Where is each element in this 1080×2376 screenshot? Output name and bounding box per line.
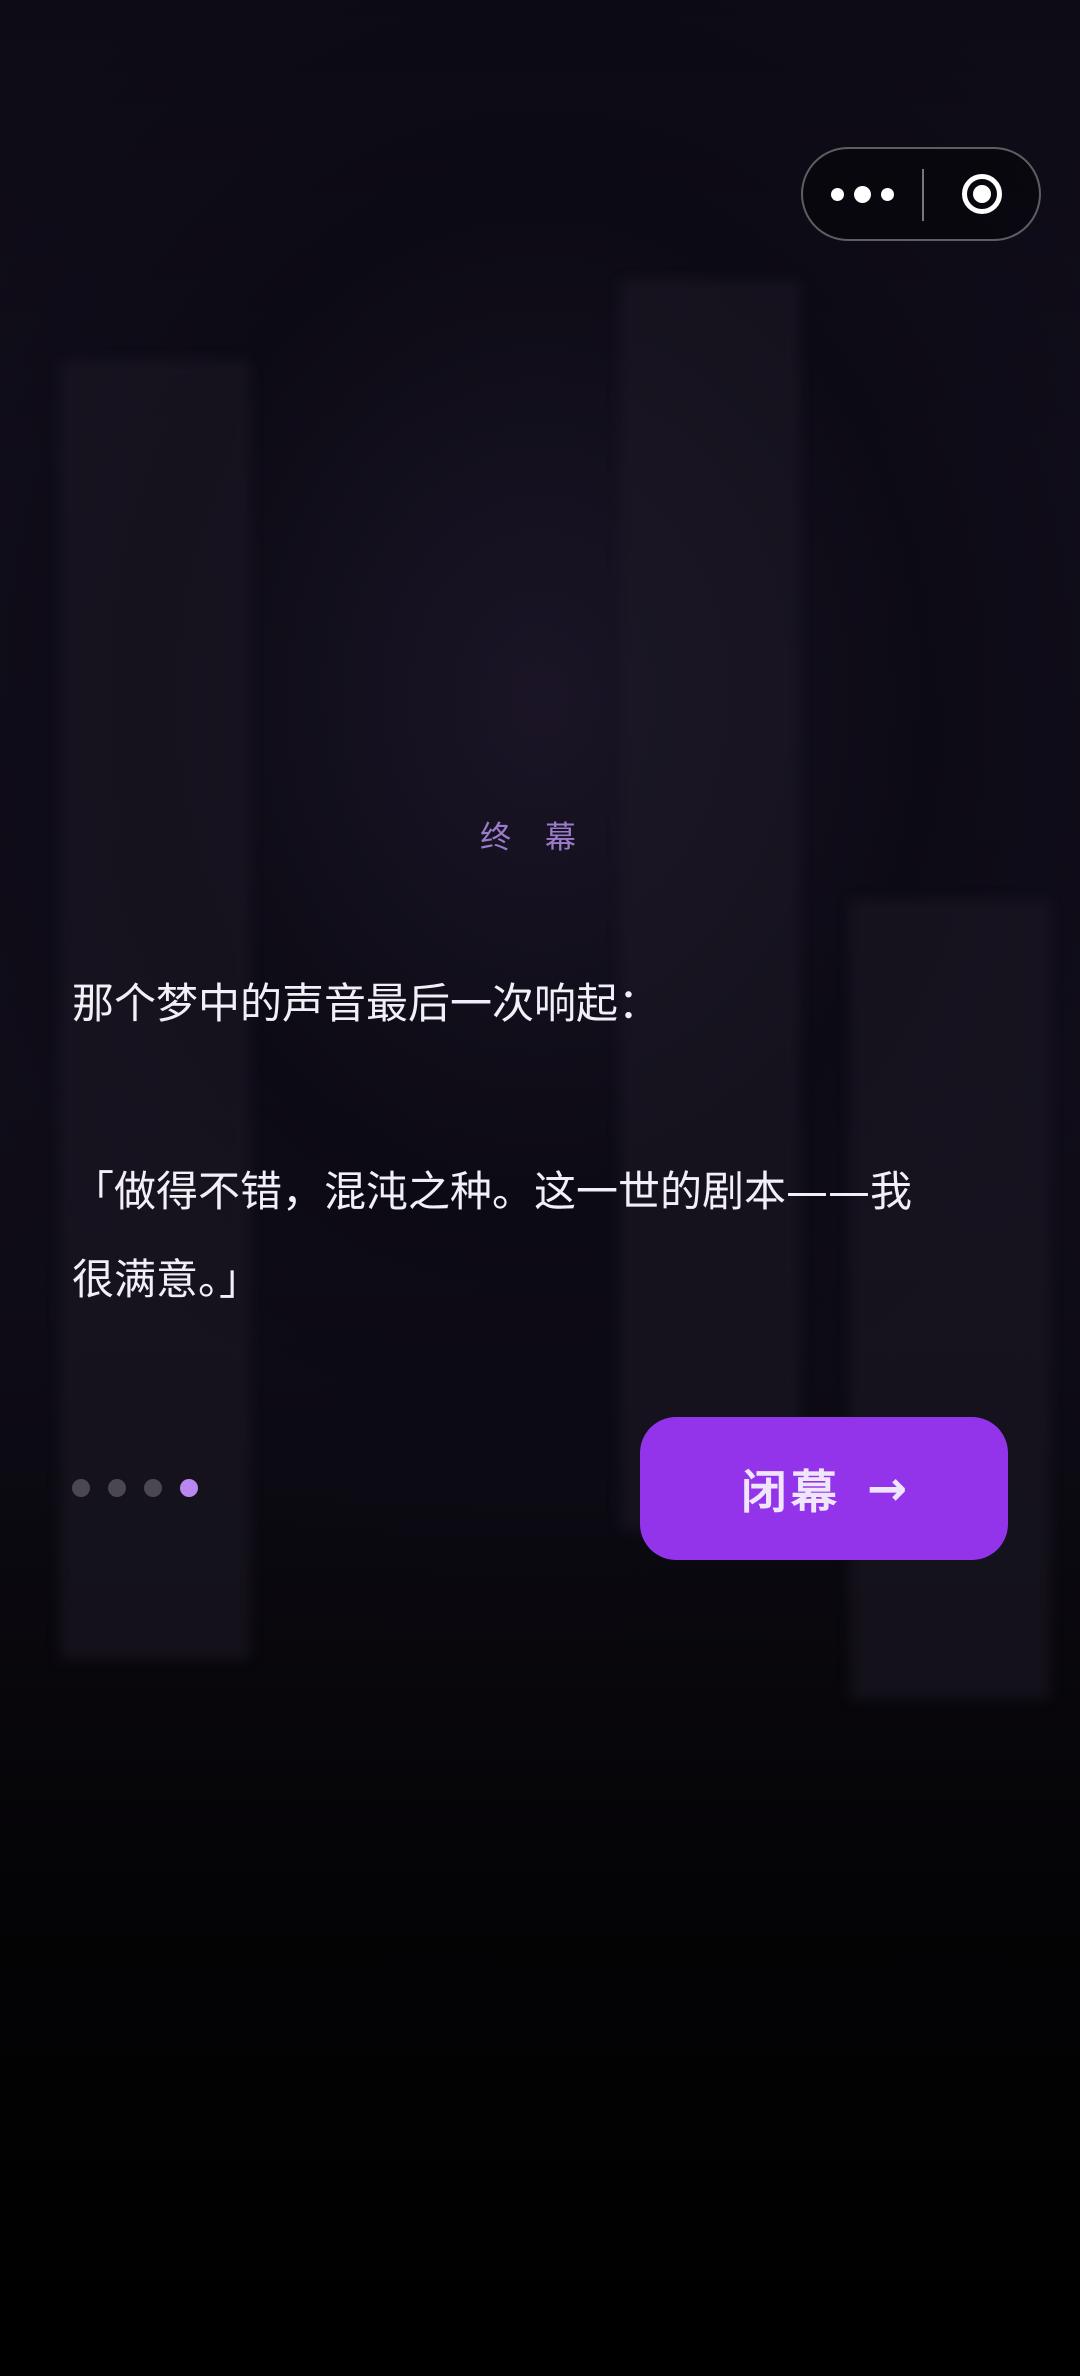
close-curtain-label: 闭幕: [740, 1464, 841, 1519]
mini-program-capsule: [801, 147, 1041, 241]
arrow-right-icon: →: [866, 1460, 908, 1517]
target-circle-icon: [961, 174, 1002, 214]
more-dots-icon: [854, 185, 871, 203]
page-indicator: [72, 1479, 216, 1497]
dialogue-quote: 「做得不错，混沌之种。这一世的剧本——我 很满意。」: [72, 1148, 1012, 1324]
more-dots-icon: [881, 187, 894, 201]
more-button[interactable]: [803, 149, 922, 239]
page-dot: [72, 1479, 90, 1497]
background-building: [620, 280, 800, 1530]
narration-text: 那个梦中的声音最后一次响起：: [72, 979, 661, 1028]
page-dot: [108, 1479, 126, 1497]
page-dot: [144, 1479, 162, 1497]
chapter-title: 终 幕: [480, 820, 588, 856]
close-curtain-button[interactable]: 闭幕 →: [640, 1417, 1008, 1560]
more-dots-icon: [831, 187, 844, 201]
page-dot-active: [180, 1479, 198, 1497]
dialogue-line: 很满意。」: [72, 1255, 262, 1304]
dialogue-line: 「做得不错，混沌之种。这一世的剧本——我: [72, 1167, 913, 1216]
close-button[interactable]: [924, 149, 1039, 239]
